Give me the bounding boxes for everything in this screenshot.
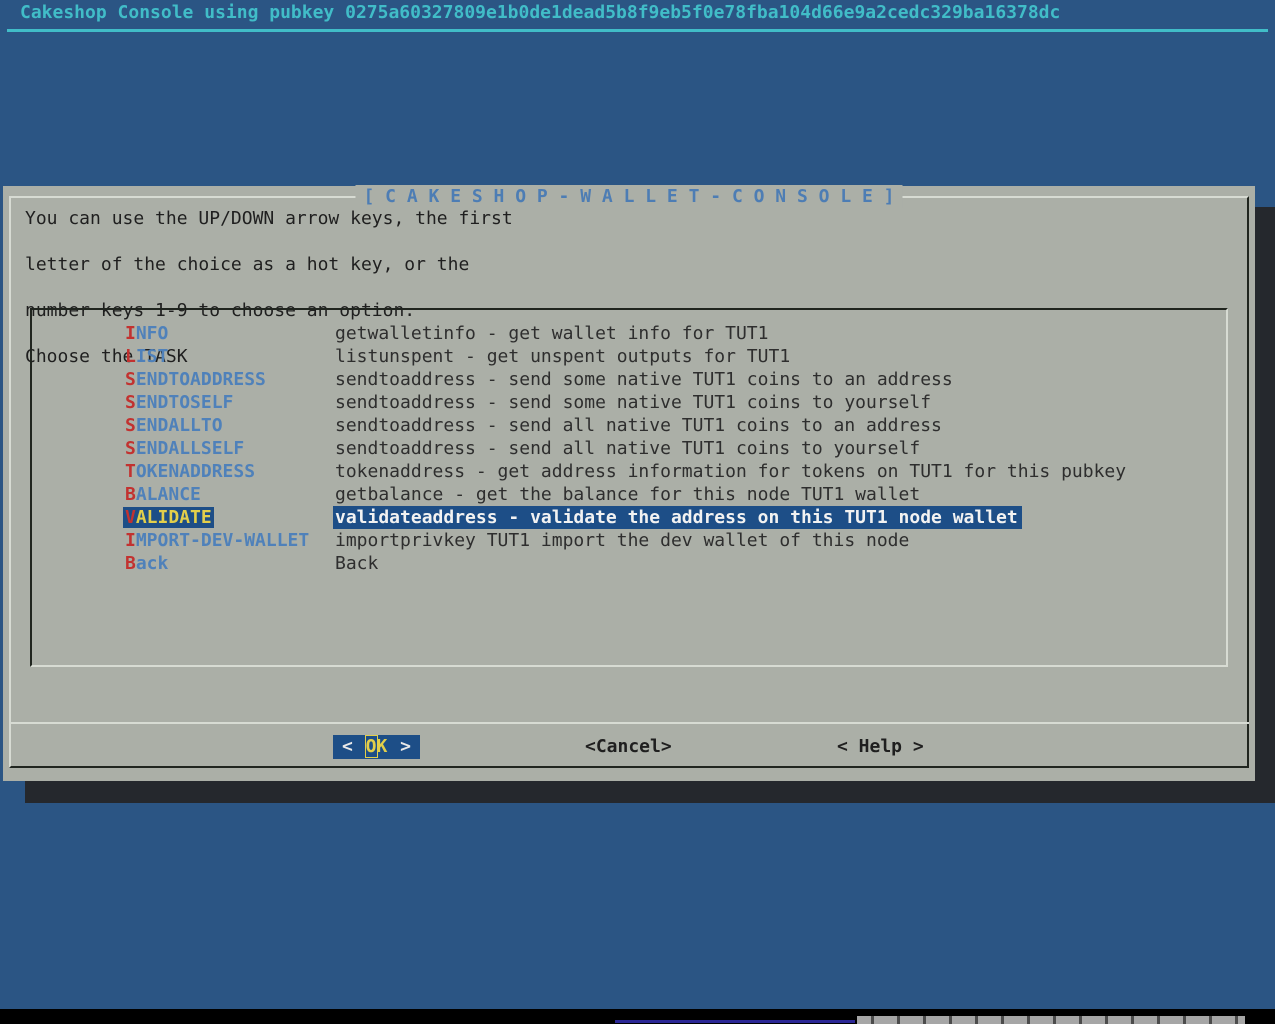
dialog-title: [ C A K E S H O P - W A L L E T - C O N … xyxy=(355,185,902,208)
dialog-buttons: < OK > <Cancel> < Help > xyxy=(3,735,1255,759)
taskbar-accent-sliver xyxy=(615,1020,855,1023)
ok-button[interactable]: < OK > xyxy=(333,735,420,759)
menu-item-description: sendtoaddress - send some native TUT1 co… xyxy=(335,391,931,414)
menu-item-balance[interactable]: BALANCE getbalance - get the balance for… xyxy=(32,483,1226,506)
task-menu: INFO getwalletinfo - get wallet info for… xyxy=(30,308,1228,667)
ok-label: OK xyxy=(366,735,388,759)
menu-item-label: ENDALLTO xyxy=(136,415,223,436)
menu-item-description: getwalletinfo - get wallet info for TUT1 xyxy=(335,322,768,345)
hotkey-letter: S xyxy=(125,438,136,459)
menu-item-list[interactable]: LIST listunspent - get unspent outputs f… xyxy=(32,345,1226,368)
ok-bracket-right: > xyxy=(400,735,411,759)
menu-item-validate[interactable]: VALIDATE validateaddress - validate the … xyxy=(32,506,1226,529)
menu-item-description: validateaddress - validate the address o… xyxy=(333,506,1022,529)
hotkey-letter: B xyxy=(125,553,136,574)
menu-item-description: sendtoaddress - send all native TUT1 coi… xyxy=(335,437,920,460)
menu-item-description: Back xyxy=(335,552,378,575)
menu-item-label: NFO xyxy=(136,323,169,344)
hotkey-letter: S xyxy=(125,392,136,413)
menu-item-sendallto[interactable]: SENDALLTO sendtoaddress - send all nativ… xyxy=(32,414,1226,437)
hotkey-letter: T xyxy=(125,461,136,482)
hotkey-letter: B xyxy=(125,484,136,505)
menu-item-label: ENDTOADDRESS xyxy=(136,369,266,390)
menu-item-label: ALIDATE xyxy=(136,507,212,528)
wallet-console-dialog: [ C A K E S H O P - W A L L E T - C O N … xyxy=(3,186,1255,781)
menu-item-label: ENDTOSELF xyxy=(136,392,234,413)
hotkey-letter: V xyxy=(125,507,136,528)
backtitle: Cakeshop Console using pubkey 0275a60327… xyxy=(20,1,1060,24)
instructions-line-1: You can use the UP/DOWN arrow keys, the … xyxy=(25,208,513,229)
menu-item-description: sendtoaddress - send all native TUT1 coi… xyxy=(335,414,942,437)
hotkey-letter: I xyxy=(125,323,136,344)
menu-item-tokenaddress[interactable]: TOKENADDRESS tokenaddress - get address … xyxy=(32,460,1226,483)
menu-item-label: OKENADDRESS xyxy=(136,461,255,482)
backtitle-underline xyxy=(7,29,1268,32)
menu-item-label: MPORT-DEV-WALLET xyxy=(136,530,309,551)
menu-item-info[interactable]: INFO getwalletinfo - get wallet info for… xyxy=(32,322,1226,345)
hotkey-letter: S xyxy=(125,415,136,436)
menu-item-label: ack xyxy=(136,553,169,574)
menu-item-description: getbalance - get the balance for this no… xyxy=(335,483,920,506)
cancel-button[interactable]: <Cancel> xyxy=(585,735,672,759)
hotkey-letter: L xyxy=(125,346,136,367)
hotkey-letter: S xyxy=(125,369,136,390)
menu-item-sendallself[interactable]: SENDALLSELF sendtoaddress - send all nat… xyxy=(32,437,1226,460)
menu-item-label: ALANCE xyxy=(136,484,201,505)
menu-item-label: ENDALLSELF xyxy=(136,438,244,459)
ok-bracket-left: < xyxy=(342,735,353,759)
hotkey-letter: I xyxy=(125,530,136,551)
dialog-shadow-right xyxy=(1255,207,1275,803)
menu-item-description: importprivkey TUT1 import the dev wallet… xyxy=(335,529,909,552)
menu-item-label: IST xyxy=(136,346,169,367)
menu-item-description: listunspent - get unspent outputs for TU… xyxy=(335,345,790,368)
help-button[interactable]: < Help > xyxy=(837,735,924,759)
menu-item-sendtoaddress[interactable]: SENDTOADDRESS sendtoaddress - send some … xyxy=(32,368,1226,391)
menu-item-back[interactable]: Back Back xyxy=(32,552,1226,575)
instructions-line-2: letter of the choice as a hot key, or th… xyxy=(25,254,469,275)
dialog-shadow-bottom xyxy=(25,781,1275,803)
taskbar-light-sliver xyxy=(857,1016,1245,1024)
menu-item-description: tokenaddress - get address information f… xyxy=(335,460,1126,483)
menu-item-import-dev-wallet[interactable]: IMPORT-DEV-WALLET importprivkey TUT1 imp… xyxy=(32,529,1226,552)
button-separator-line xyxy=(9,722,1249,724)
menu-item-description: sendtoaddress - send some native TUT1 co… xyxy=(335,368,953,391)
menu-item-sendtoself[interactable]: SENDTOSELF sendtoaddress - send some nat… xyxy=(32,391,1226,414)
